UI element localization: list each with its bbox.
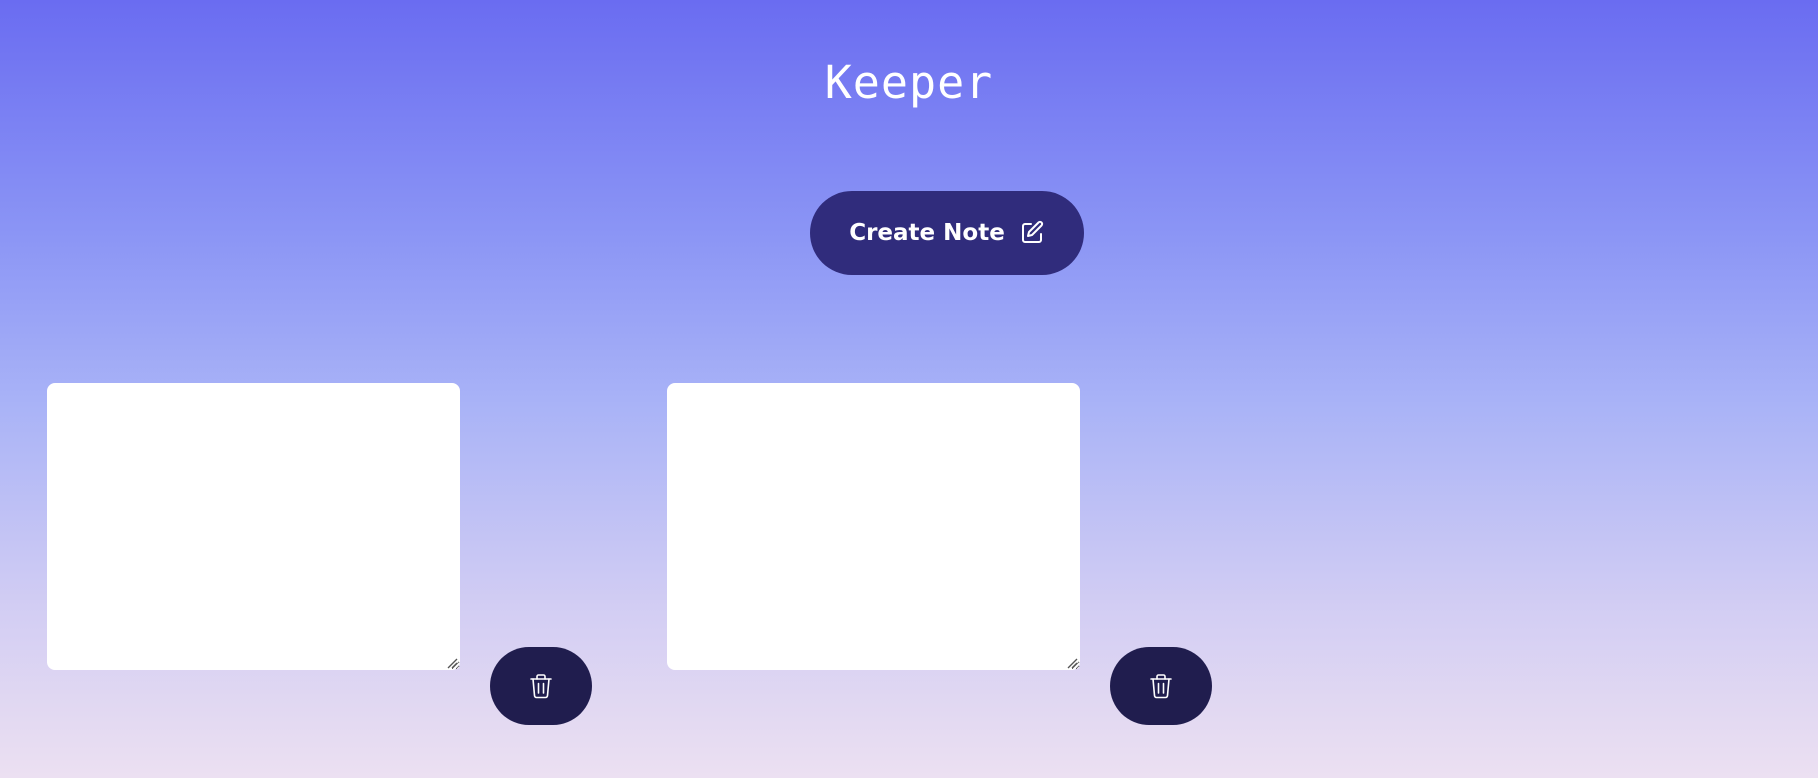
- resize-grip-icon[interactable]: [1066, 656, 1078, 669]
- note-textarea[interactable]: [667, 383, 1080, 670]
- trash-icon: [528, 672, 554, 700]
- pencil-square-icon: [1019, 220, 1045, 246]
- resize-grip-icon[interactable]: [446, 656, 458, 669]
- note-textarea[interactable]: [47, 383, 460, 670]
- create-note-button[interactable]: Create Note: [810, 191, 1084, 275]
- app-title: Keeper: [824, 56, 994, 109]
- delete-note-button[interactable]: [490, 647, 592, 725]
- trash-icon: [1148, 672, 1174, 700]
- delete-note-button[interactable]: [1110, 647, 1212, 725]
- create-note-label: Create Note: [849, 220, 1005, 246]
